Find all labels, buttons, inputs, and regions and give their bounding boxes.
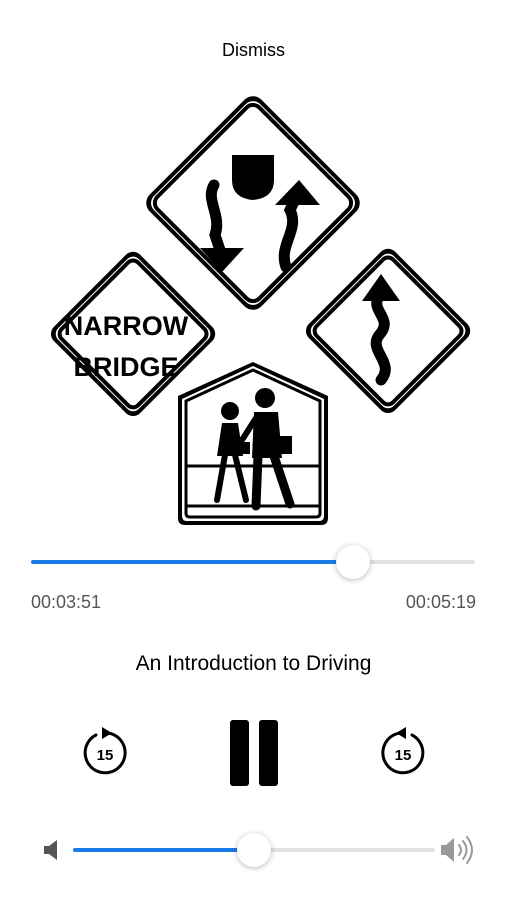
volume-thumb[interactable] bbox=[237, 833, 271, 867]
elapsed-time: 00:03:51 bbox=[31, 592, 102, 612]
album-artwork: NARROW BRIDGE bbox=[0, 85, 507, 535]
scrubber-progress bbox=[31, 560, 353, 564]
skip-forward-button[interactable]: 15 bbox=[376, 726, 430, 780]
svg-text:15: 15 bbox=[97, 747, 114, 764]
volume-high-icon bbox=[438, 835, 476, 865]
dismiss-button[interactable]: Dismiss bbox=[0, 40, 507, 61]
scrubber-thumb[interactable] bbox=[335, 545, 370, 579]
sign-text-bridge: BRIDGE bbox=[73, 352, 178, 382]
pause-icon bbox=[230, 720, 278, 786]
sign-text-narrow: NARROW bbox=[64, 311, 189, 341]
divided-highway-sign-icon bbox=[146, 96, 360, 310]
volume-slider[interactable] bbox=[73, 833, 435, 867]
skip-forward-15-icon: 15 bbox=[381, 727, 425, 775]
playback-scrubber[interactable] bbox=[31, 545, 475, 579]
total-time: 00:05:19 bbox=[405, 592, 476, 612]
skip-back-15-icon: 15 bbox=[83, 727, 127, 775]
school-crossing-sign-icon bbox=[178, 362, 328, 525]
volume-low-icon bbox=[41, 838, 63, 862]
skip-back-button[interactable]: 15 bbox=[78, 726, 132, 780]
svg-text:15: 15 bbox=[395, 747, 412, 764]
winding-road-sign-icon bbox=[305, 248, 471, 414]
pause-button[interactable] bbox=[228, 718, 280, 788]
volume-level bbox=[73, 848, 254, 852]
track-title: An Introduction to Driving bbox=[135, 652, 372, 675]
